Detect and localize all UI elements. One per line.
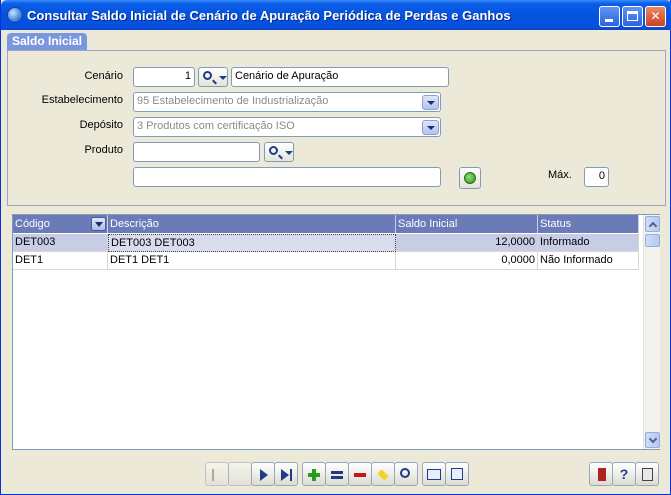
app-window: Consultar Saldo Inicial de Cenário de Ap… [0,0,671,495]
chevron-up-icon [648,221,658,231]
minus-icon [354,473,366,477]
next-record-button[interactable] [251,462,275,486]
search-icon [400,468,410,478]
column-header-status[interactable]: Status [538,215,639,233]
title-bar: Consultar Saldo Inicial de Cenário de Ap… [1,0,671,30]
produto-label: Produto [84,144,123,156]
chevron-down-icon [427,126,435,130]
cell-codigo: DET1 [13,252,108,270]
exit-door-icon [598,468,606,481]
window-title: Consultar Saldo Inicial de Cenário de Ap… [27,8,511,23]
results-table: Código Descrição Saldo Inicial Status DE… [12,214,660,450]
column-header-descricao[interactable]: Descrição [108,215,396,233]
cell-codigo: DET003 [13,234,108,252]
calculator-icon [642,468,653,481]
cell-saldo: 12,0000 [396,234,538,252]
produto-lookup-button[interactable] [264,142,294,162]
form-view-button[interactable] [422,462,446,486]
app-icon [7,7,23,23]
minimize-button[interactable] [599,6,620,27]
cell-status: Não Informado [538,252,639,270]
chevron-down-icon [95,222,103,227]
filter-panel: Cenário 1 Cenário de Apuração Estabeleci… [7,50,666,206]
table-row[interactable]: DET1 DET1 DET1 0,0000 Não Informado [13,252,639,270]
previous-icon [235,469,247,481]
scroll-down-button[interactable] [645,432,660,448]
vertical-scrollbar[interactable] [643,215,660,449]
estabelecimento-select[interactable]: 95 Estabelecimento de Industrialização [133,92,441,112]
edit-button[interactable] [325,462,349,486]
cenario-description-field: Cenário de Apuração [231,67,449,87]
export-button[interactable] [445,462,469,486]
column-header-saldo-inicial[interactable]: Saldo Inicial [396,215,538,233]
deposito-dropdown-button[interactable] [422,120,439,135]
previous-record-button[interactable] [228,462,252,486]
cell-descricao: DET003 DET003 [108,234,396,252]
cenario-lookup-button[interactable] [198,67,228,87]
add-button[interactable] [302,462,326,486]
close-button[interactable]: ✕ [645,6,666,27]
last-icon [281,469,289,481]
chevron-down-icon [648,434,658,444]
estabelecimento-label: Estabelecimento [41,94,123,106]
equals-icon [331,471,343,474]
help-button[interactable]: ? [612,462,636,486]
estabelecimento-dropdown-button[interactable] [422,95,439,110]
scroll-up-button[interactable] [645,216,660,232]
form-icon [427,469,441,480]
first-icon [212,469,224,481]
chevron-down-icon [219,76,227,80]
maximize-button[interactable] [622,6,643,27]
cenario-label: Cenário [84,70,123,82]
chevron-down-icon [285,151,293,155]
refresh-icon [464,172,476,184]
highlighter-icon [377,469,389,481]
first-record-button[interactable] [205,462,229,486]
delete-button[interactable] [348,462,372,486]
cell-saldo: 0,0000 [396,252,538,270]
max-label: Máx. [548,169,572,181]
next-icon [260,469,268,481]
equals-icon-lower [331,476,343,479]
search-button[interactable] [394,462,418,486]
highlight-button[interactable] [371,462,395,486]
exit-button[interactable] [589,462,613,486]
cell-status: Informado [538,234,639,252]
refresh-button[interactable] [459,167,481,189]
chevron-down-icon [427,101,435,105]
search-icon [269,146,278,155]
max-field[interactable]: 0 [584,167,609,187]
table-header: Código Descrição Saldo Inicial Status [13,215,639,233]
cell-descricao: DET1 DET1 [108,252,396,270]
plus-icon-vertical [312,469,316,481]
produto-code-field[interactable] [133,142,260,162]
export-icon [451,468,463,480]
deposito-select[interactable]: 3 Produtos com certificação ISO [133,117,441,137]
table-row[interactable]: DET003 DET003 DET003 12,0000 Informado [13,234,639,252]
help-icon: ? [619,466,629,482]
sort-button[interactable] [91,217,106,231]
last-record-button[interactable] [274,462,298,486]
cenario-code-field[interactable]: 1 [133,67,195,87]
calculator-button[interactable] [635,462,659,486]
scroll-thumb[interactable] [645,234,660,247]
tab-saldo-inicial[interactable]: Saldo Inicial [7,33,88,50]
last-bar [290,469,292,481]
deposito-label: Depósito [79,119,123,131]
search-icon [203,71,212,80]
produto-description-field [133,167,441,187]
